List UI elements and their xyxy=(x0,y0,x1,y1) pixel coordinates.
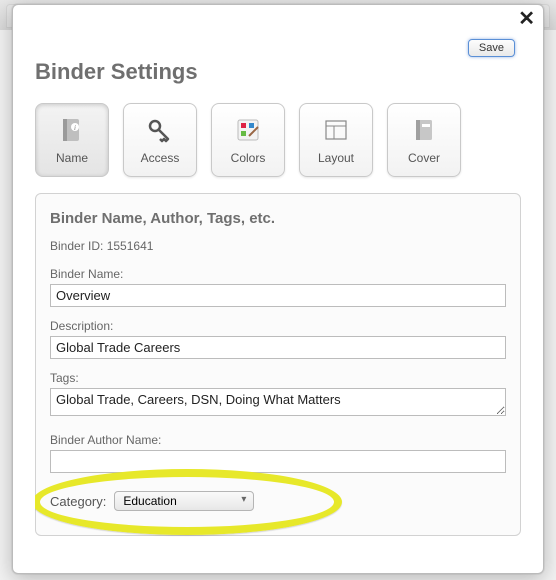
tab-layout[interactable]: Layout xyxy=(299,103,373,177)
svg-text:i: i xyxy=(74,124,76,132)
settings-modal: ✕ Save Binder Settings i Name Access xyxy=(12,4,544,574)
tab-cover[interactable]: Cover xyxy=(387,103,461,177)
field-author: Binder Author Name: xyxy=(50,433,506,473)
binder-info-icon: i xyxy=(57,115,87,145)
tab-bar: i Name Access Colors Layout xyxy=(35,103,521,177)
close-icon[interactable]: ✕ xyxy=(518,9,535,29)
binder-id-value: 1551641 xyxy=(107,239,154,253)
category-label: Category: xyxy=(50,494,106,509)
description-label: Description: xyxy=(50,319,506,333)
author-label: Binder Author Name: xyxy=(50,433,506,447)
tab-label: Name xyxy=(56,151,88,165)
tab-label: Colors xyxy=(231,151,266,165)
layout-icon xyxy=(321,115,351,145)
tab-name[interactable]: i Name xyxy=(35,103,109,177)
field-description: Description: xyxy=(50,319,506,359)
tags-label: Tags: xyxy=(50,371,506,385)
description-input[interactable] xyxy=(50,336,506,359)
tab-label: Access xyxy=(141,151,180,165)
panel-heading: Binder Name, Author, Tags, etc. xyxy=(50,210,506,227)
tags-input[interactable]: Global Trade, Careers, DSN, Doing What M… xyxy=(50,388,506,416)
binder-name-label: Binder Name: xyxy=(50,267,506,281)
author-input[interactable] xyxy=(50,450,506,473)
binder-name-input[interactable] xyxy=(50,284,506,307)
category-row: Category: Education xyxy=(50,491,506,511)
tab-label: Layout xyxy=(318,151,354,165)
save-button[interactable]: Save xyxy=(468,39,515,57)
field-binder-name: Binder Name: xyxy=(50,267,506,307)
tab-colors[interactable]: Colors xyxy=(211,103,285,177)
field-tags: Tags: Global Trade, Careers, DSN, Doing … xyxy=(50,371,506,421)
palette-icon xyxy=(233,115,263,145)
tab-label: Cover xyxy=(408,151,440,165)
details-panel: Binder Name, Author, Tags, etc. Binder I… xyxy=(35,193,521,536)
modal-content: Binder Settings i Name Access Colors xyxy=(35,59,521,561)
binder-id-line: Binder ID: 1551641 xyxy=(50,239,506,253)
binder-id-label: Binder ID: xyxy=(50,239,103,253)
cover-icon xyxy=(409,115,439,145)
tab-access[interactable]: Access xyxy=(123,103,197,177)
page-title: Binder Settings xyxy=(35,59,521,85)
category-select[interactable]: Education xyxy=(114,491,254,511)
key-icon xyxy=(145,115,175,145)
